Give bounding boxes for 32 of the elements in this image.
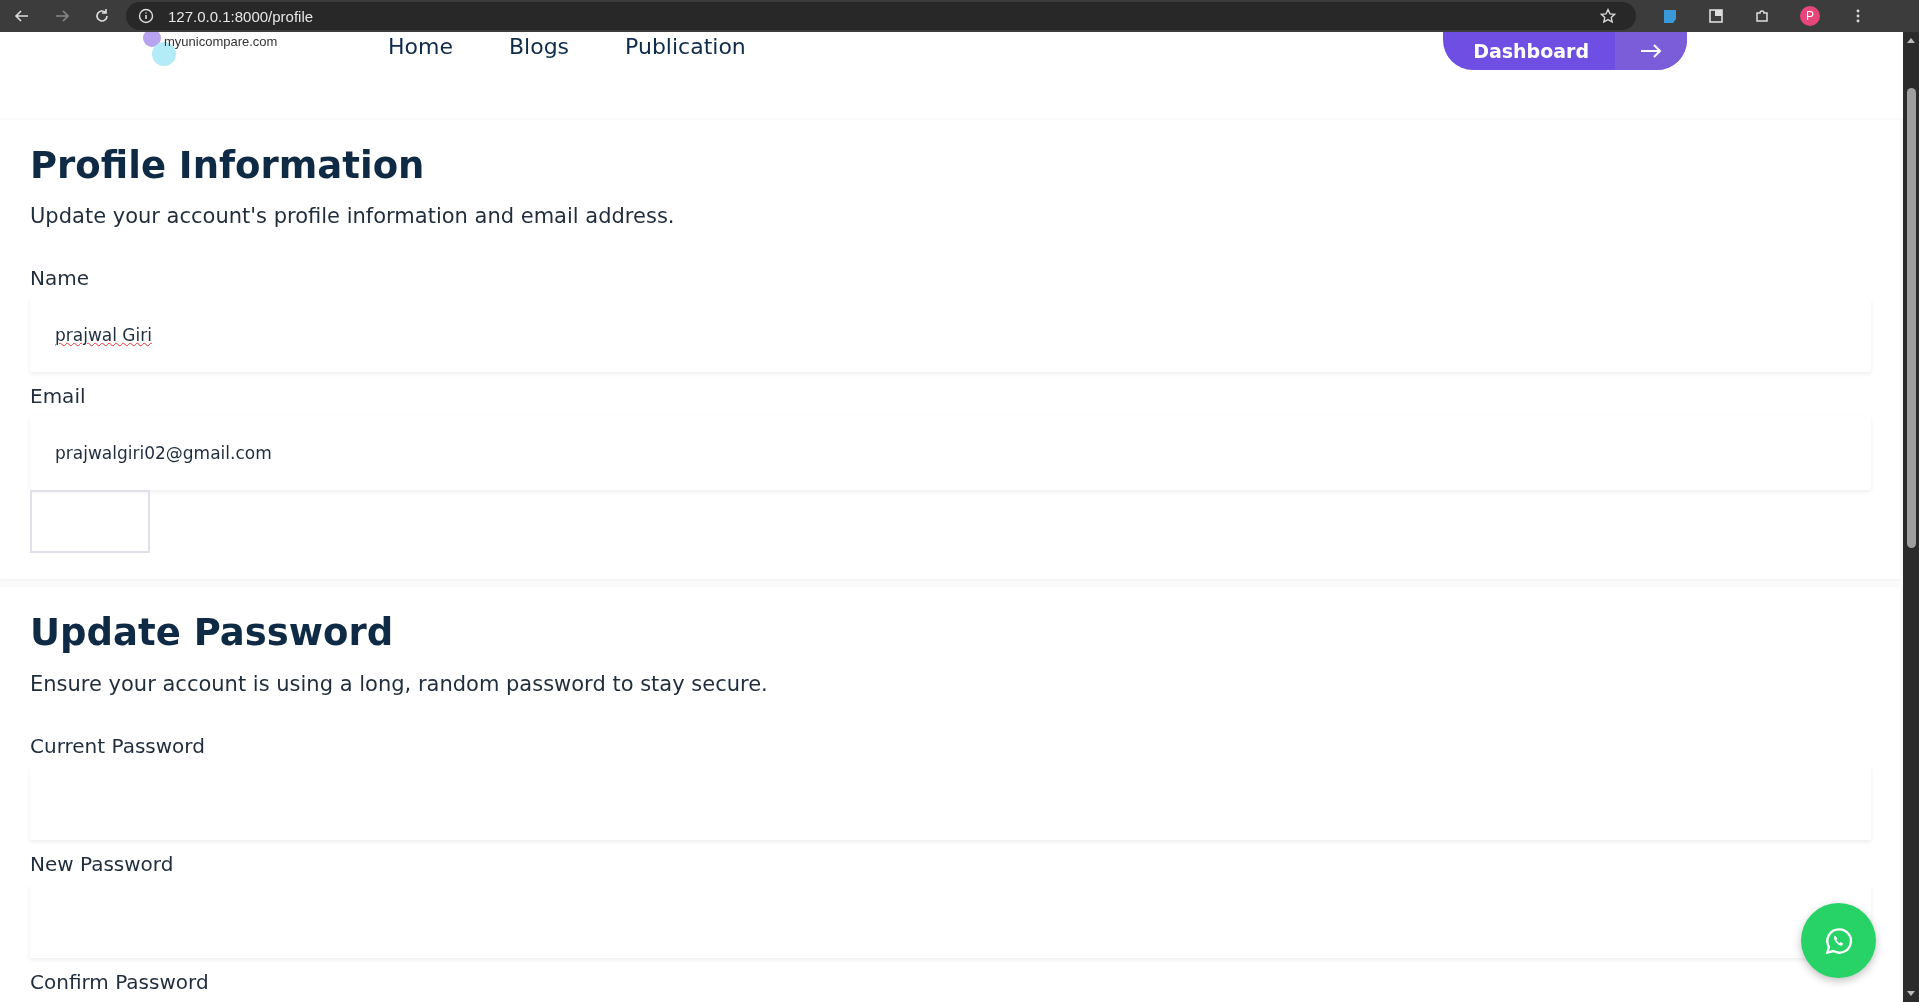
input-field[interactable] — [30, 883, 1871, 958]
scroll-down-icon[interactable] — [1906, 990, 1916, 998]
scrollbar[interactable] — [1903, 32, 1919, 1002]
profile-avatar[interactable]: P — [1800, 6, 1820, 26]
puzzle-icon[interactable] — [1754, 8, 1770, 24]
input-field[interactable]: prajwal Giri — [30, 298, 1871, 373]
input-field[interactable]: prajwalgiri02@gmail.com — [30, 416, 1871, 491]
logo-text[interactable]: myunicompare.com — [164, 34, 278, 49]
url-text: 127.0.0.1:8000/profile — [168, 7, 314, 25]
field-label: Current Password — [30, 733, 206, 758]
address-bar[interactable]: 127.0.0.1:8000/profile — [126, 2, 1636, 30]
extension-badge-icon[interactable] — [1662, 8, 1678, 24]
dashboard-button[interactable]: Dashboard — [1443, 32, 1687, 70]
section-title: Profile Information — [30, 144, 426, 189]
field-label: Name — [30, 266, 90, 291]
field-label: New Password — [30, 851, 175, 876]
back-icon[interactable] — [14, 8, 30, 24]
arrow-icon — [1639, 43, 1663, 59]
forward-icon[interactable] — [54, 8, 70, 24]
nav-link[interactable]: Home — [388, 32, 453, 59]
window-icon[interactable] — [1708, 8, 1724, 24]
star-icon[interactable] — [1600, 8, 1616, 24]
field-label: Confirm Password — [30, 969, 210, 994]
section-description: Ensure your account is using a long, random password to stay secure. — [30, 671, 769, 696]
field-label: Email — [30, 384, 87, 409]
reload-icon[interactable] — [94, 8, 110, 24]
section-title: Update Password — [30, 611, 395, 656]
nav-link[interactable]: Blogs — [508, 32, 570, 59]
section-description: Update your account's profile information and email address. — [30, 204, 676, 229]
info-icon[interactable] — [138, 8, 154, 24]
nav-link[interactable]: Publication — [625, 32, 746, 59]
scroll-up-icon[interactable] — [1906, 36, 1916, 44]
